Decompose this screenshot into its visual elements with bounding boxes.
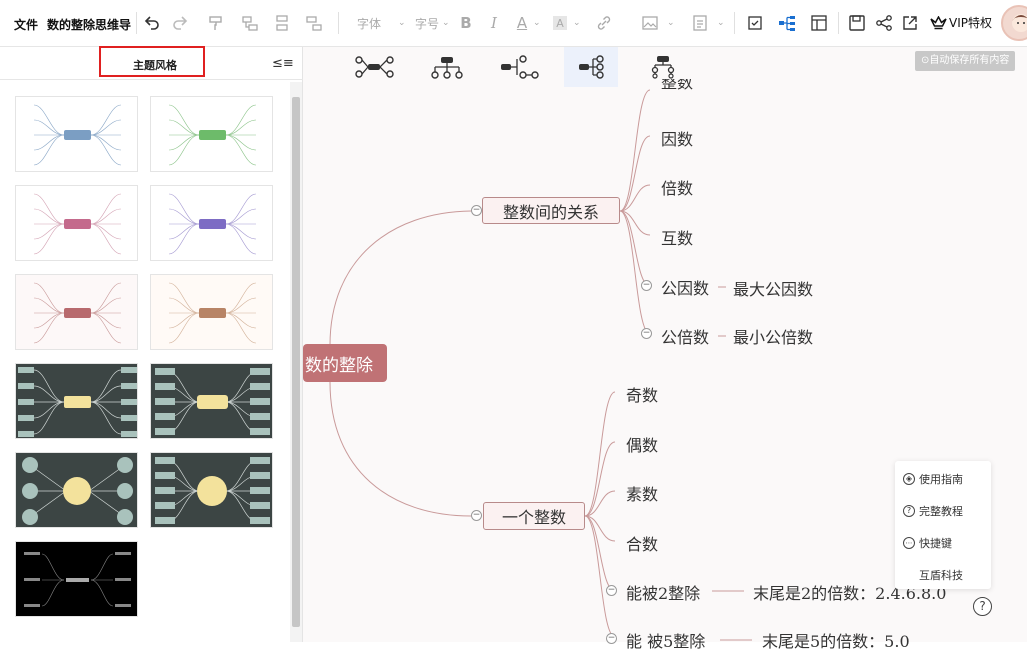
branch-node[interactable]: 一个整数: [483, 502, 585, 530]
branch-node-label: 一个整数: [501, 508, 566, 527]
collapse-toggle[interactable]: −: [606, 633, 617, 644]
branch-node-label: 整数间的关系: [502, 202, 599, 222]
topic-node[interactable]: 素数: [626, 481, 658, 505]
collapse-toggle[interactable]: −: [641, 328, 652, 339]
topic-node[interactable]: 因数: [661, 126, 693, 150]
topic-node[interactable]: 奇数: [626, 382, 658, 406]
mindmap-connectors: [329, 89, 752, 641]
topic-node[interactable]: 合数: [626, 531, 658, 555]
topic-node[interactable]: 最小公倍数: [733, 324, 813, 348]
question-icon: ?: [903, 505, 915, 517]
topic-node[interactable]: 能被2整除: [626, 580, 700, 604]
menu-item-tutorial[interactable]: ? 完整教程: [903, 503, 963, 519]
root-node[interactable]: 数的整除: [303, 344, 387, 382]
compass-icon: ◈: [903, 473, 915, 485]
menu-item-label: 互盾科技: [919, 569, 963, 582]
topic-node[interactable]: 倍数: [661, 175, 693, 199]
help-menu: ◈ 使用指南 ? 完整教程 ⋯ 快捷键 互盾科技: [895, 461, 991, 589]
topic-node[interactable]: 末尾是5的倍数：5.0: [762, 628, 910, 652]
menu-item-shortcuts[interactable]: ⋯ 快捷键: [903, 535, 952, 551]
topic-node[interactable]: 偶数: [626, 432, 658, 456]
topic-node[interactable]: 公因数: [661, 275, 709, 299]
menu-item-label: 使用指南: [919, 473, 963, 486]
menu-item-label: 完整教程: [919, 505, 963, 518]
menu-item-label: 快捷键: [919, 537, 952, 550]
topic-node[interactable]: 互数: [661, 225, 693, 249]
root-node-label: 数的整除: [305, 355, 373, 376]
collapse-toggle[interactable]: −: [641, 280, 652, 291]
collapse-toggle[interactable]: −: [471, 510, 482, 521]
menu-item-guide[interactable]: ◈ 使用指南: [903, 471, 963, 487]
collapse-toggle[interactable]: −: [606, 585, 617, 596]
keyboard-icon: ⋯: [903, 537, 915, 549]
topic-node[interactable]: 整数: [661, 79, 693, 93]
help-question-icon[interactable]: ?: [973, 597, 992, 616]
menu-item-company[interactable]: 互盾科技: [919, 567, 963, 583]
branch-node[interactable]: 整数间的关系: [482, 197, 620, 224]
topic-node[interactable]: 能 被5整除: [626, 628, 705, 652]
topic-node[interactable]: 最大公因数: [733, 276, 813, 300]
collapse-toggle[interactable]: −: [471, 205, 482, 216]
topic-node[interactable]: 公倍数: [661, 324, 709, 348]
